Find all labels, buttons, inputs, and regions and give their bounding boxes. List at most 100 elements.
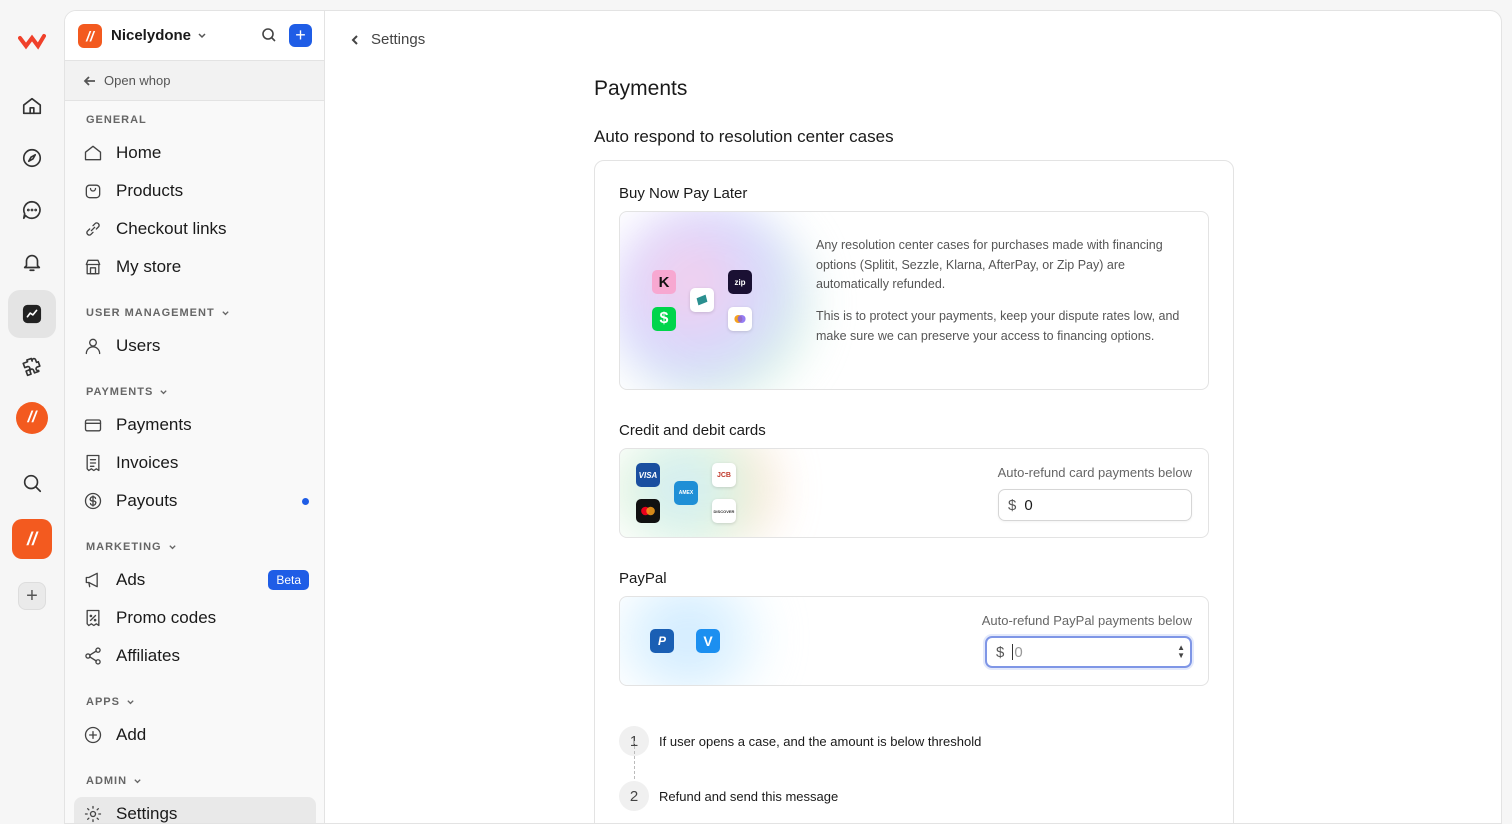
bnpl-panel: K $ zip Any resolution center cases for … (619, 211, 1209, 390)
section-marketing[interactable]: MARKETING (86, 541, 177, 553)
decorative-glow (620, 449, 790, 537)
app-rail: // // + (0, 0, 64, 814)
add-workspace-icon[interactable]: + (18, 582, 46, 610)
sidebar-item-promo-codes[interactable]: Promo codes (83, 601, 309, 635)
chevron-left-icon (351, 34, 358, 45)
credit-card-icon (84, 419, 102, 432)
section-label-text: USER MANAGEMENT (86, 307, 215, 319)
page-title: Payments (594, 77, 688, 100)
sidebar-item-add[interactable]: Add (83, 718, 309, 752)
section-user-management[interactable]: USER MANAGEMENT (86, 307, 230, 319)
back-to-settings[interactable]: Settings (349, 31, 425, 48)
mastercard-logo-icon (636, 499, 660, 523)
workspace-logo-icon[interactable]: // (12, 519, 52, 559)
chevron-down-icon (160, 389, 167, 394)
sidebar-item-payments[interactable]: Payments (83, 408, 309, 442)
notification-dot (302, 497, 309, 505)
chevron-down-icon (221, 310, 229, 315)
card-threshold-value: 0 (1024, 496, 1033, 514)
puzzle-icon[interactable] (8, 342, 56, 390)
section-admin[interactable]: ADMIN (86, 775, 142, 787)
amex-logo-icon: AMEX (674, 481, 698, 505)
beta-badge: Beta (268, 570, 309, 590)
card-threshold-input[interactable]: $ 0 (998, 489, 1192, 521)
text-cursor (1012, 644, 1014, 660)
sidebar-item-label: Payouts (116, 491, 178, 510)
plus-circle-icon (84, 726, 102, 744)
number-stepper[interactable]: ▲ ▼ (1177, 644, 1185, 660)
sidebar-item-payouts[interactable]: Payouts (83, 484, 309, 518)
search-icon[interactable] (261, 27, 277, 43)
bag-icon (85, 184, 101, 199)
link-icon (86, 222, 100, 236)
sidebar-item-users[interactable]: Users (83, 329, 309, 363)
user-icon (85, 338, 101, 355)
nicelydone-avatar[interactable]: // (16, 402, 48, 434)
section-label-text: MARKETING (86, 541, 162, 553)
sidebar-item-products[interactable]: Products (83, 174, 309, 208)
zip-logo-icon: zip (728, 270, 752, 294)
sidebar-item-label: Ads (116, 570, 146, 589)
cards-panel: VISA AMEX JCB DISCOVER Auto-refund card … (619, 448, 1209, 538)
bnpl-reason: This is to protect your payments, keep y… (816, 309, 1180, 343)
sidebar-item-affiliates[interactable]: Affiliates (83, 639, 309, 673)
compass-icon[interactable] (8, 134, 56, 182)
coupon-icon (86, 609, 100, 627)
cards-label: Credit and debit cards (619, 422, 766, 439)
paypal-logo-icon: P (650, 629, 674, 653)
search-icon[interactable] (8, 459, 56, 507)
auto-respond-card: Buy Now Pay Later K $ zip Any resolution… (594, 160, 1234, 823)
section-label-text: APPS (86, 696, 120, 708)
bell-icon[interactable] (8, 238, 56, 286)
paypal-threshold-placeholder: 0 (1014, 643, 1023, 661)
sezzle-logo-icon (690, 288, 714, 312)
create-button[interactable]: + (289, 24, 312, 47)
sidebar-item-label: Checkout links (116, 219, 227, 238)
cashapp-logo-icon: $ (652, 307, 676, 331)
paypal-threshold-input[interactable]: $ 0 ▲ ▼ (985, 636, 1192, 668)
step-1: 1 If user opens a case, and the amount i… (619, 726, 981, 756)
sidebar-item-my-store[interactable]: My store (83, 250, 309, 284)
paypal-field-label: Auto-refund PayPal payments below (981, 613, 1192, 628)
workspace-switcher[interactable]: // Nicelydone + (65, 11, 324, 61)
main-content: Settings Payments Auto respond to resolu… (325, 11, 1501, 823)
sidebar-item-label: Promo codes (116, 608, 217, 627)
back-label: Settings (371, 31, 426, 48)
splitit-logo-icon (728, 307, 752, 331)
sidebar-item-label: Users (116, 336, 161, 355)
paypal-label: PayPal (619, 570, 667, 587)
section-label-text: PAYMENTS (86, 386, 154, 398)
sidebar-item-home[interactable]: Home (83, 136, 309, 170)
sidebar-item-label: Home (116, 143, 162, 162)
arrow-left-icon (83, 75, 95, 86)
decorative-glow (620, 212, 810, 389)
sidebar-item-ads[interactable]: Ads Beta (83, 563, 309, 597)
sidebar-item-label: Invoices (116, 453, 179, 472)
chevron-down-icon (168, 544, 176, 549)
megaphone-icon (85, 572, 98, 588)
home-icon[interactable] (8, 82, 56, 130)
sidebar-item-label: Payments (116, 415, 192, 434)
open-whop-link[interactable]: Open whop (65, 61, 324, 101)
dashboard-icon[interactable] (8, 290, 56, 338)
gear-icon (84, 805, 102, 823)
currency-symbol: $ (1008, 496, 1017, 514)
app-frame: // Nicelydone + Open whop GENERAL Home P… (64, 10, 1502, 824)
whop-logo-icon[interactable] (18, 30, 46, 50)
sidebar-item-settings[interactable]: Settings (74, 797, 316, 823)
bnpl-label: Buy Now Pay Later (619, 185, 748, 202)
discover-logo-icon: DISCOVER (712, 499, 736, 523)
section-apps[interactable]: APPS (86, 696, 135, 708)
workspace-logo-icon: // (78, 23, 102, 48)
step-text: If user opens a case, and the amount is … (659, 733, 982, 749)
section-payments[interactable]: PAYMENTS (86, 386, 168, 398)
sidebar-item-checkout-links[interactable]: Checkout links (83, 212, 309, 246)
bnpl-description: Any resolution center cases for purchase… (816, 238, 1163, 291)
paypal-panel: P V Auto-refund PayPal payments below $ … (619, 596, 1209, 686)
workspace-name: Nicelydone (111, 27, 192, 44)
sidebar: // Nicelydone + Open whop GENERAL Home P… (65, 11, 325, 823)
chat-icon[interactable] (8, 186, 56, 234)
section-title: Auto respond to resolution center cases (594, 127, 894, 146)
chevron-down-icon (198, 32, 206, 38)
sidebar-item-invoices[interactable]: Invoices (83, 446, 309, 480)
